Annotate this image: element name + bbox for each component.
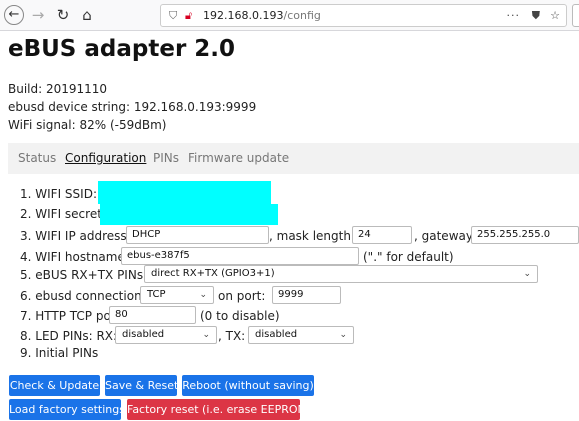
row-wifi-ip: 3. WIFI IP address: DHCP , mask length: … <box>20 226 579 246</box>
ebus-pins-label: 5. eBUS RX+TX PINs: <box>20 268 148 282</box>
wifi-hostname-input[interactable]: ebus-e387f5 <box>121 247 359 265</box>
row-wifi-ssid: 1. WIFI SSID: <box>20 181 579 204</box>
led-tx-label: , TX: <box>218 329 246 343</box>
chevron-down-icon: ⌄ <box>202 330 210 340</box>
browser-toolbar: ← → ↻ ⌂ ⛉ 🔓︎ 192.168.0.193/config ··· ⛊ … <box>0 0 579 31</box>
redacted-secret <box>100 204 278 225</box>
tab-pins[interactable]: PINs <box>153 151 179 165</box>
home-icon[interactable]: ⌂ <box>77 5 97 25</box>
page-title: eBUS adapter 2.0 <box>8 36 236 62</box>
nav-tabs: Status Configuration PINs Firmware updat… <box>8 143 579 174</box>
hostname-hint: ("." for default) <box>363 250 454 264</box>
led-tx-select[interactable]: disabled ⌄ <box>248 326 354 344</box>
wifi-ip-label: 3. WIFI IP address: <box>20 229 131 243</box>
row-ebus-pins: 5. eBUS RX+TX PINs: direct RX+TX (GPIO3+… <box>20 265 540 285</box>
led-rx-select[interactable]: disabled ⌄ <box>115 326 217 344</box>
ebus-pins-select[interactable]: direct RX+TX (GPIO3+1) ⌄ <box>144 265 538 283</box>
led-rx-value: disabled <box>122 329 165 340</box>
http-port-hint: (0 to disable) <box>200 309 280 323</box>
more-actions-icon[interactable]: ··· <box>507 5 521 26</box>
row-http-port: 7. HTTP TCP port: 80 (0 to disable) <box>20 306 420 326</box>
device-string: ebusd device string: 192.168.0.193:9999 <box>8 100 257 114</box>
mask-length-label: , mask length: <box>269 229 355 243</box>
row-ebusd-connection: 6. ebusd connection: TCP ⌄ on port: 9999 <box>20 286 420 306</box>
url-text: 192.168.0.193/config <box>203 9 321 22</box>
bookmark-star-icon[interactable]: ☆ <box>550 5 560 26</box>
wifi-signal: WiFi signal: 82% (-59dBm) <box>8 118 167 132</box>
led-tx-value: disabled <box>255 329 298 340</box>
port-label: on port: <box>218 289 266 303</box>
connection-value: TCP <box>147 289 166 300</box>
build-info: Build: 20191110 <box>8 82 108 96</box>
url-bar[interactable]: ⛉ 🔓︎ 192.168.0.193/config ··· ⛊ ☆ <box>160 4 567 27</box>
tab-configuration[interactable]: Configuration <box>65 151 146 165</box>
gateway-input[interactable]: 255.255.255.0 <box>471 226 579 244</box>
http-port-input[interactable]: 80 <box>109 306 196 324</box>
ebus-pins-value: direct RX+TX (GPIO3+1) <box>151 268 275 279</box>
save-reset-button[interactable]: Save & Reset <box>105 375 178 396</box>
row-wifi-hostname: 4. WIFI hostname: ebus-e387f5 ("." for d… <box>20 247 540 267</box>
redacted-ssid <box>98 181 271 204</box>
reload-icon[interactable]: ↻ <box>53 5 73 25</box>
wifi-ssid-label: 1. WIFI SSID: <box>20 187 97 201</box>
row-initial-pins: 9. Initial PINs <box>20 343 220 363</box>
insecure-lock-icon[interactable]: 🔓︎ <box>185 5 192 26</box>
ebusd-connection-select[interactable]: TCP ⌄ <box>140 286 214 304</box>
wifi-ip-input[interactable]: DHCP <box>126 226 269 244</box>
row-wifi-secret: 2. WIFI secret: <box>20 204 579 225</box>
reboot-button[interactable]: Reboot (without saving) <box>182 375 314 396</box>
port-input[interactable]: 9999 <box>272 286 341 304</box>
load-factory-settings-button[interactable]: Load factory settings <box>9 399 125 420</box>
chevron-down-icon: ⌄ <box>523 269 531 279</box>
chevron-down-icon: ⌄ <box>199 290 207 300</box>
forward-arrow-icon[interactable]: → <box>28 5 48 25</box>
factory-reset-button[interactable]: Factory reset (i.e. erase EEPROM) <box>127 399 311 420</box>
check-update-button[interactable]: Check & Update <box>9 375 100 396</box>
gateway-label: , gateway: <box>414 229 477 243</box>
shield-icon[interactable]: ⛉ <box>169 5 177 26</box>
tab-firmware-update[interactable]: Firmware update <box>188 151 289 165</box>
initial-pins-label: 9. Initial PINs <box>20 346 99 360</box>
chevron-down-icon: ⌄ <box>339 330 347 340</box>
wifi-secret-label: 2. WIFI secret: <box>20 207 106 221</box>
toolbar-overflow-button[interactable] <box>572 4 579 27</box>
back-arrow-icon[interactable]: ← <box>4 5 24 25</box>
mask-length-input[interactable]: 24 <box>352 226 412 244</box>
pocket-icon[interactable]: ⛊ <box>532 5 540 26</box>
ebusd-connection-label: 6. ebusd connection: <box>20 289 146 303</box>
wifi-hostname-label: 4. WIFI hostname: <box>20 250 129 264</box>
tab-status[interactable]: Status <box>18 151 56 165</box>
